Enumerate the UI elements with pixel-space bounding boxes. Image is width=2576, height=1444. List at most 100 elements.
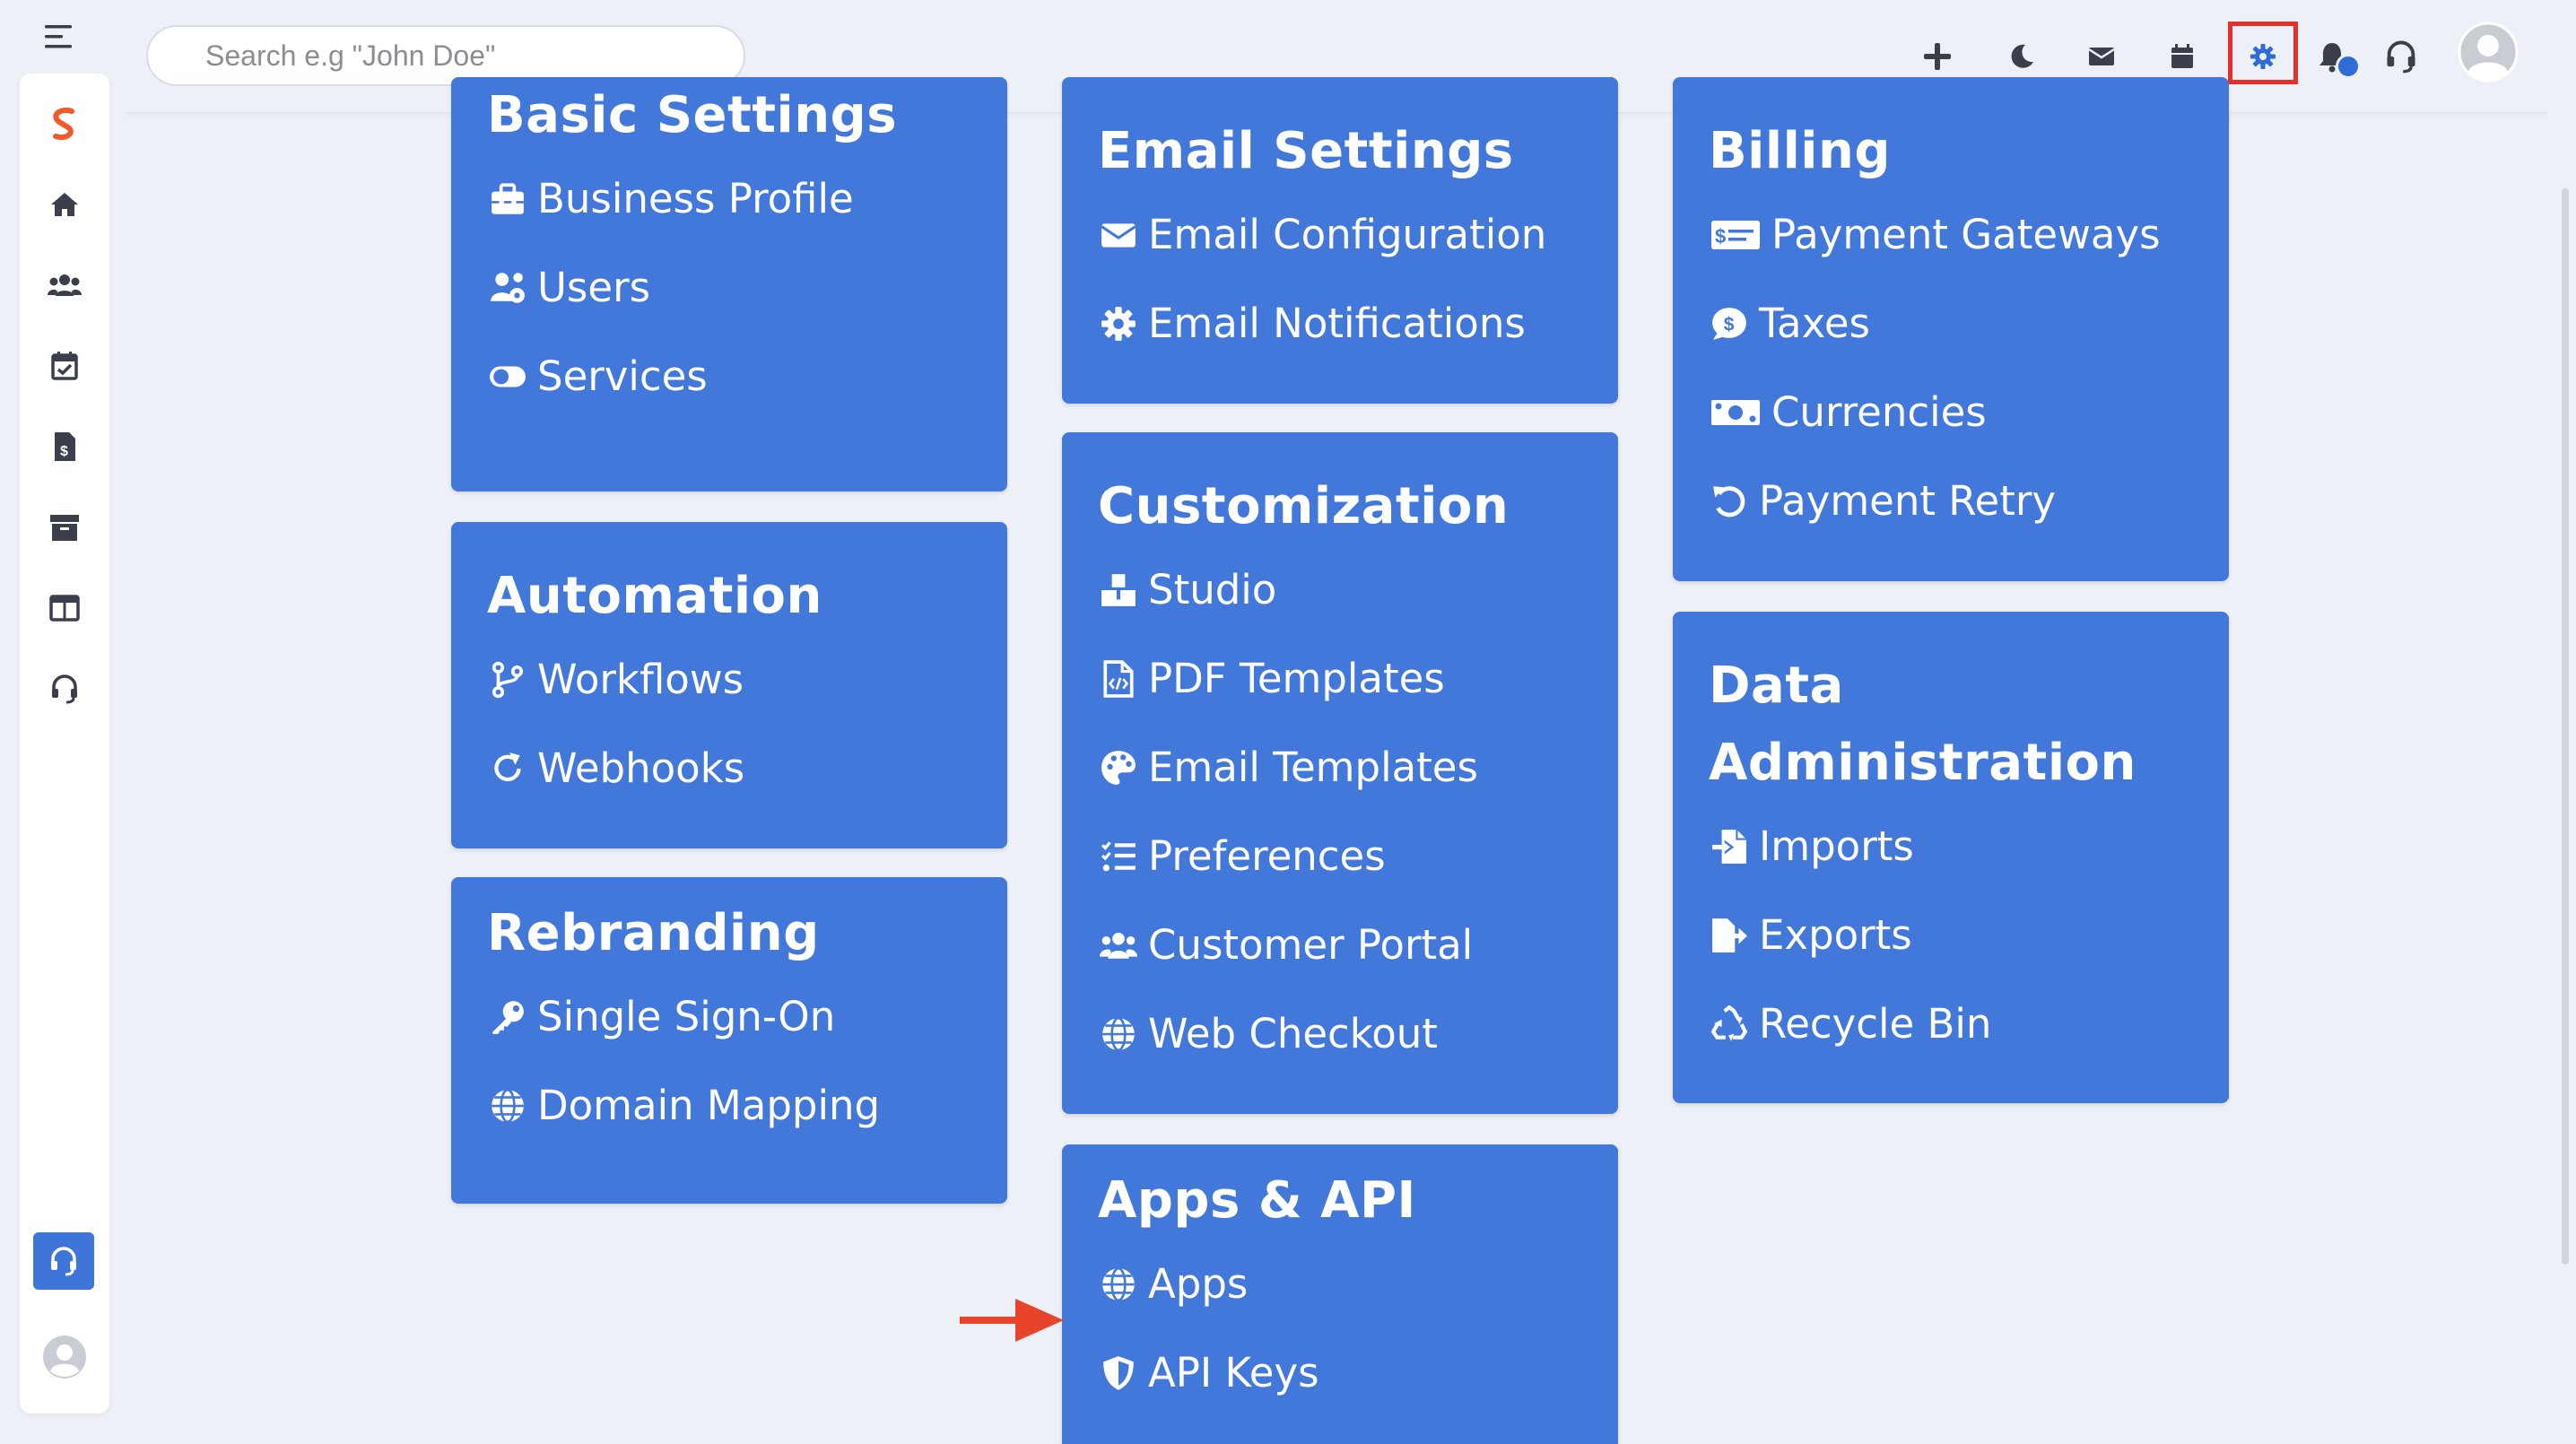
link-label: Taxes: [1759, 300, 1870, 347]
file-export-icon: [1709, 915, 1750, 956]
app-logo[interactable]: [45, 104, 84, 144]
link-email-templates[interactable]: Email Templates: [1098, 723, 1582, 812]
palette-icon: [1098, 747, 1139, 788]
headset-icon[interactable]: [2379, 34, 2424, 79]
file-import-icon: [1709, 826, 1750, 867]
card-email-settings: Email Settings Email Configuration Email…: [1062, 77, 1618, 404]
page-scrollbar[interactable]: [2562, 188, 2569, 1265]
notification-badge: [2336, 54, 2361, 79]
calendar-icon[interactable]: [2160, 34, 2205, 79]
money-check-icon: $: [1709, 214, 1762, 256]
card-title: Automation: [487, 567, 822, 625]
card-data-administration: Data Administration Imports Exports Recy…: [1673, 612, 2229, 1103]
card-title: Basic Settings: [487, 86, 898, 144]
link-label: Studio: [1148, 566, 1277, 613]
toolbox-icon: [487, 178, 528, 220]
link-pdf-templates[interactable]: PDF Templates: [1098, 634, 1582, 723]
moon-icon[interactable]: [1999, 34, 2044, 79]
support-button[interactable]: [33, 1232, 94, 1290]
link-taxes[interactable]: $ Taxes: [1709, 279, 2193, 368]
link-studio[interactable]: Studio: [1098, 545, 1582, 634]
link-imports[interactable]: Imports: [1709, 802, 2193, 891]
link-workflows[interactable]: Workflows: [487, 635, 971, 724]
card-title: Email Settings: [1098, 122, 1514, 180]
users-icon[interactable]: [45, 265, 84, 305]
link-domain-mapping[interactable]: Domain Mapping: [487, 1061, 971, 1150]
link-label: Customer Portal: [1148, 921, 1474, 969]
card-customization: Customization Studio PDF Templates Email…: [1062, 432, 1618, 1114]
file-code-icon: [1098, 658, 1139, 700]
link-currencies[interactable]: Currencies: [1709, 368, 2193, 457]
link-services[interactable]: Services: [487, 332, 971, 421]
users-icon: [1098, 925, 1139, 966]
link-email-notifications[interactable]: Email Notifications: [1098, 279, 1582, 368]
link-exports[interactable]: Exports: [1709, 891, 2193, 979]
user-avatar[interactable]: [2458, 22, 2519, 83]
invoice-icon[interactable]: $: [45, 427, 84, 466]
link-customer-portal[interactable]: Customer Portal: [1098, 900, 1582, 989]
headset-icon: [51, 1247, 76, 1276]
sync-icon: [487, 748, 528, 789]
envelope-icon: [1098, 214, 1139, 256]
calendar-check-icon[interactable]: [45, 346, 84, 386]
link-label: Preferences: [1148, 832, 1386, 880]
globe-icon: [487, 1085, 528, 1126]
link-payment-gateways[interactable]: $ Payment Gateways: [1709, 190, 2193, 279]
menu-toggle-icon[interactable]: [41, 22, 75, 52]
link-email-configuration[interactable]: Email Configuration: [1098, 190, 1582, 279]
globe-icon: [1098, 1013, 1139, 1055]
link-label: Payment Gateways: [1771, 211, 2161, 258]
link-apps[interactable]: Apps: [1098, 1240, 1582, 1328]
link-users[interactable]: Users: [487, 243, 971, 332]
link-business-profile[interactable]: Business Profile: [487, 154, 971, 243]
home-icon[interactable]: [45, 185, 84, 224]
link-api-keys[interactable]: API Keys: [1098, 1328, 1582, 1417]
users-cog-icon: [487, 267, 528, 309]
archive-icon[interactable]: [45, 508, 84, 547]
link-recycle-bin[interactable]: Recycle Bin: [1709, 979, 2193, 1068]
link-label: Email Configuration: [1148, 211, 1547, 258]
card-title-line2: Administration: [1709, 734, 2137, 792]
link-label: Domain Mapping: [537, 1082, 881, 1129]
link-web-checkout[interactable]: Web Checkout: [1098, 989, 1582, 1078]
link-webhooks[interactable]: Webhooks: [487, 724, 971, 813]
link-label: Email Notifications: [1148, 300, 1526, 347]
sidebar-avatar[interactable]: [42, 1335, 87, 1379]
link-payment-retry[interactable]: Payment Retry: [1709, 457, 2193, 545]
code-branch-icon: [487, 659, 528, 700]
layout-icon[interactable]: [45, 588, 84, 628]
card-title: Customization: [1098, 477, 1510, 535]
link-preferences[interactable]: Preferences: [1098, 812, 1582, 900]
card-apps-api: Apps & API Apps API Keys: [1062, 1144, 1618, 1444]
svg-text:$: $: [60, 444, 68, 459]
link-label: Currencies: [1771, 388, 1987, 436]
toggle-icon: [487, 356, 528, 397]
gear-icon: [1098, 303, 1139, 344]
plus-icon[interactable]: [1915, 34, 1960, 79]
svg-text:$: $: [1715, 225, 1726, 248]
link-label: Webhooks: [537, 744, 745, 792]
key-icon: [487, 996, 528, 1038]
tasks-icon: [1098, 836, 1139, 877]
cubes-icon: [1098, 570, 1139, 611]
link-single-sign-on[interactable]: Single Sign-On: [487, 972, 971, 1061]
settings-highlight-box: [2228, 22, 2298, 84]
card-automation: Automation Workflows Webhooks: [451, 522, 1007, 848]
recycle-icon: [1709, 1004, 1750, 1045]
card-rebranding: Rebranding Single Sign-On Domain Mapping: [451, 877, 1007, 1204]
card-title-line1: Data: [1709, 657, 1844, 715]
link-label: Users: [537, 264, 651, 311]
link-label: Workflows: [537, 656, 744, 703]
link-label: Email Templates: [1148, 744, 1478, 791]
card-title: Rebranding: [487, 904, 820, 962]
undo-icon: [1709, 481, 1750, 522]
headset-icon[interactable]: [45, 669, 84, 709]
link-label: Recycle Bin: [1759, 1000, 1992, 1048]
envelope-icon[interactable]: [2079, 34, 2124, 79]
link-label: PDF Templates: [1148, 655, 1445, 702]
link-label: Services: [537, 352, 708, 400]
link-label: Exports: [1759, 911, 1912, 959]
link-label: Payment Retry: [1759, 477, 2057, 525]
link-label: Business Profile: [537, 175, 854, 222]
link-label: Single Sign-On: [537, 993, 836, 1040]
